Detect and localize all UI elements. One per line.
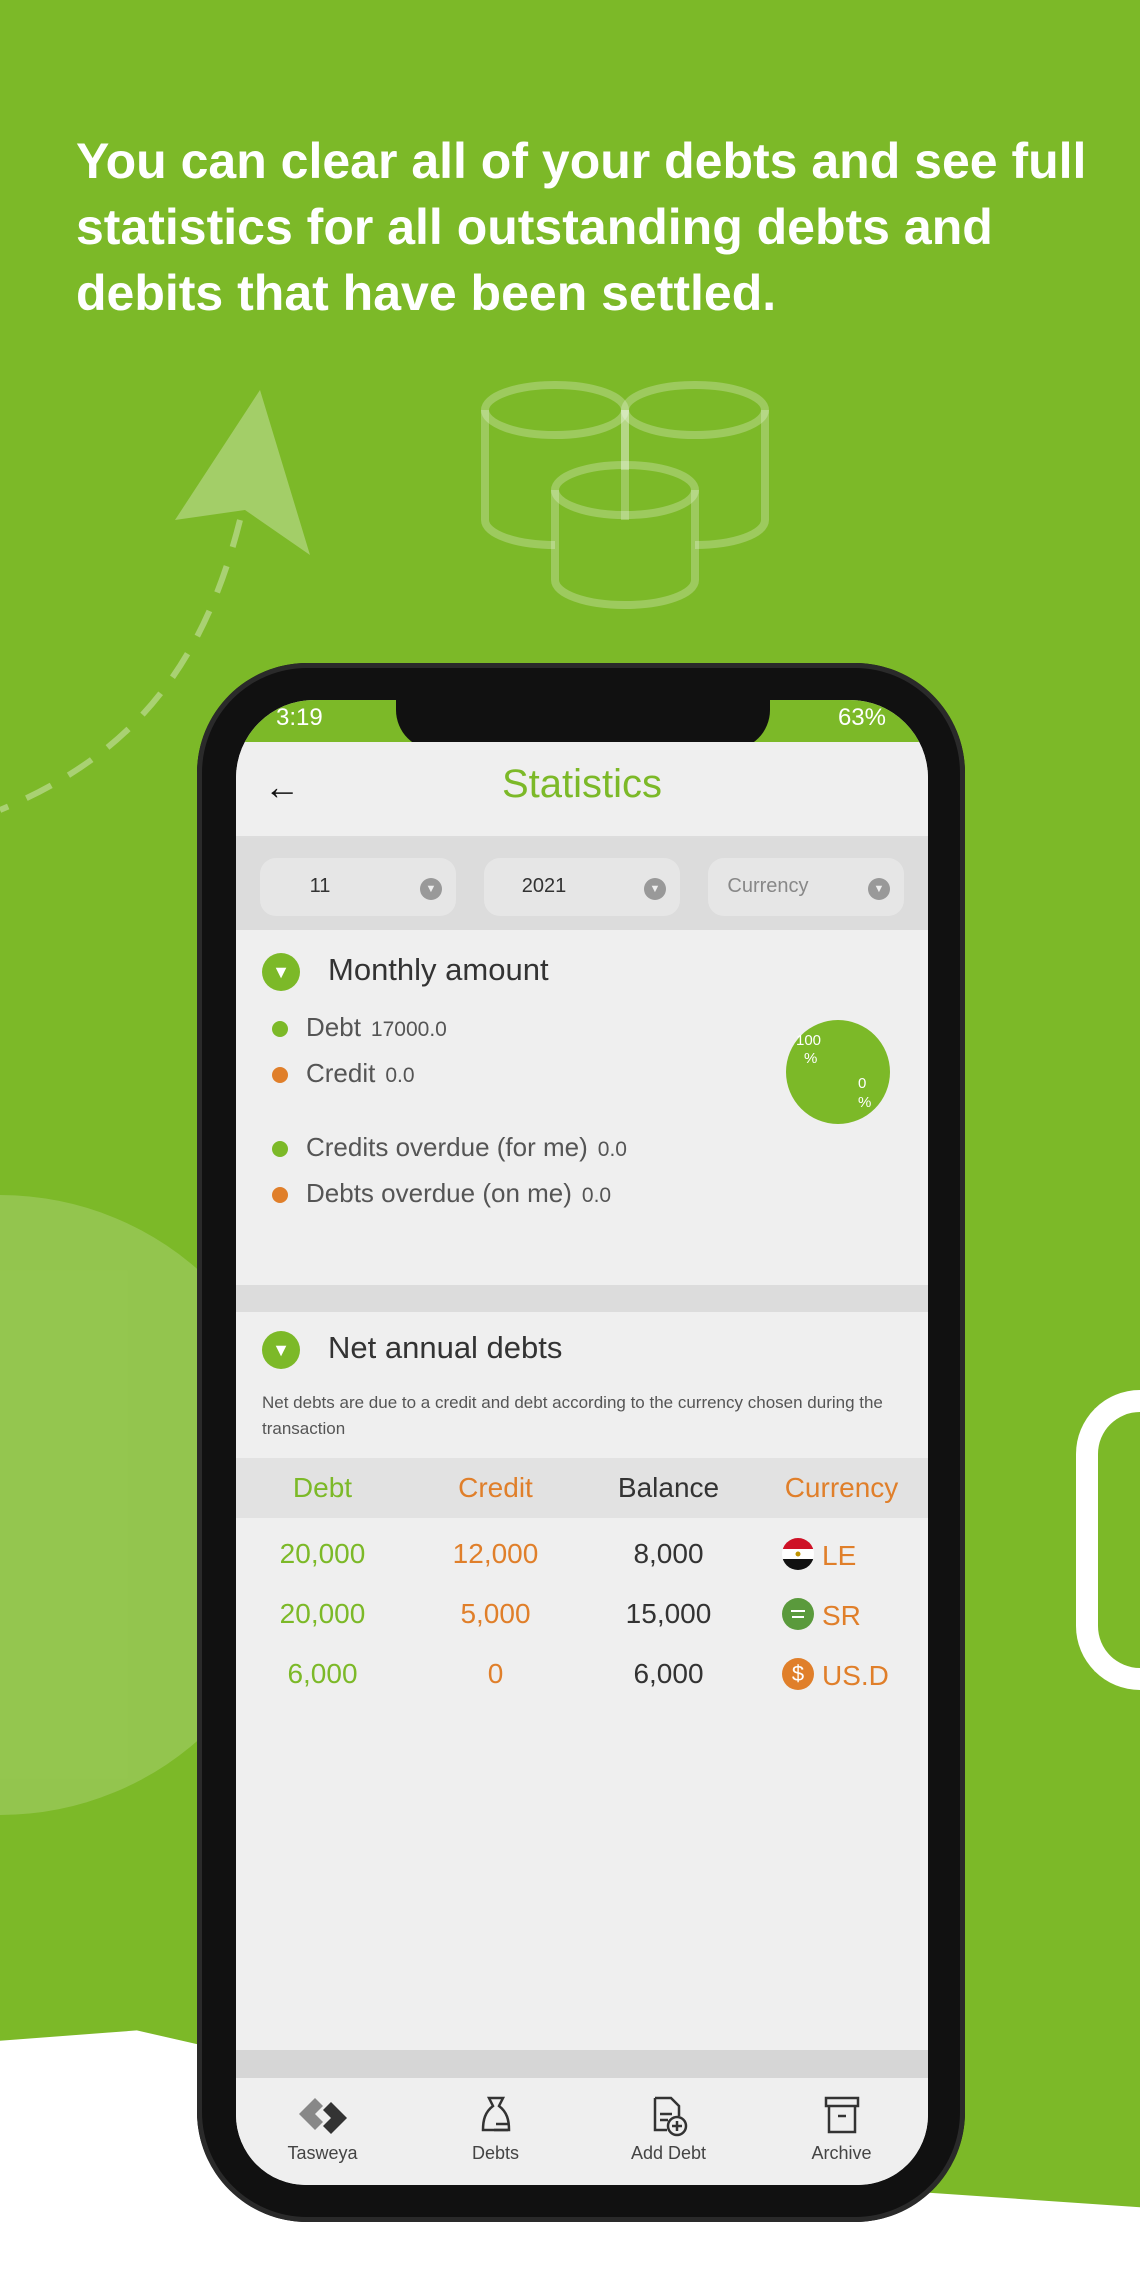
app-header: ← Statistics (236, 742, 928, 838)
net-annual-header[interactable]: ▼ Net annual debts (262, 1330, 562, 1369)
cell-balance: 15,000 (625, 1598, 712, 1629)
pie-label-credit: 0 (858, 1075, 867, 1092)
cell-debt: 20,000 (279, 1538, 366, 1569)
pie-label-debt: 100 (796, 1032, 822, 1049)
svg-text:$: $ (792, 1661, 804, 1686)
legend-debts-overdue: Debts overdue (on me) 0.0 (272, 1178, 611, 1209)
saudi-flag-icon (782, 1598, 814, 1637)
table-row: 20,000 12,000 8,000 LE (236, 1538, 928, 1588)
add-document-icon (653, 2096, 687, 2137)
archive-box-icon (824, 2096, 859, 2134)
egypt-flag-icon (782, 1538, 814, 1577)
cell-debt: 6,000 (287, 1658, 358, 1689)
legend-credits-overdue: Credits overdue (for me) 0.0 (272, 1132, 627, 1163)
cell-currency: LE (782, 1538, 856, 1577)
monthly-amount-card: ▼ Monthly amount Debt 17000.0 Credit 0.0 Cr… (236, 930, 928, 1285)
cell-currency: SR (782, 1598, 861, 1637)
table-header: Debt Credit Balance Currency (236, 1458, 928, 1518)
currency-dropdown[interactable]: Currency ▼ (708, 858, 904, 916)
bottom-nav: Tasweya Debts Add Debt Archive (236, 2078, 928, 2185)
status-battery: 63% (837, 704, 886, 731)
dollar-icon: $ (782, 1658, 814, 1697)
divider (236, 1285, 928, 1312)
nav-add-debt[interactable]: Add Debt (582, 2094, 755, 2164)
nav-debts[interactable]: Debts (409, 2094, 582, 2164)
cell-credit: 12,000 (452, 1538, 539, 1569)
collapse-icon: ▼ (262, 1330, 300, 1369)
app-screen: 3:19 63% ← Statistics 11 ▼ 2021 ▼ Currency… (236, 700, 928, 2185)
table-row: 20,000 5,000 15,000 SR (236, 1598, 928, 1648)
year-dropdown[interactable]: 2021 ▼ (484, 858, 680, 916)
nav-tasweya[interactable]: Tasweya (236, 2094, 409, 2164)
net-annual-debts-card: ▼ Net annual debts Net debts are due to a… (236, 1312, 928, 2050)
decorative-arc (1076, 1390, 1140, 1690)
legend-debt: Debt 17000.0 (272, 1012, 447, 1043)
cell-credit: 5,000 (460, 1598, 531, 1629)
cell-credit: 0 (487, 1658, 504, 1689)
cell-debt: 20,000 (279, 1598, 366, 1629)
status-time: 3:19 (276, 704, 323, 731)
month-dropdown[interactable]: 11 ▼ (260, 858, 456, 916)
legend-credit: Credit 0.0 (272, 1058, 415, 1089)
coins-stack-icon (481, 381, 769, 610)
collapse-icon: ▼ (262, 952, 300, 991)
money-bag-icon (481, 2096, 510, 2132)
chevron-down-icon: ▼ (644, 878, 666, 900)
tasweya-logo-icon (298, 2098, 347, 2134)
cell-balance: 8,000 (633, 1538, 704, 1569)
cell-currency: $ US.D (782, 1658, 889, 1697)
nav-archive[interactable]: Archive (755, 2094, 928, 2164)
chevron-down-icon: ▼ (420, 878, 442, 900)
table-row: 6,000 0 6,000 $ US.D (236, 1658, 928, 1708)
pie-chart: 100 % 0 % (786, 1020, 890, 1124)
net-annual-description: Net debts are due to a credit and debt a… (262, 1393, 883, 1438)
cell-balance: 6,000 (633, 1658, 704, 1689)
monthly-amount-header[interactable]: ▼ Monthly amount (262, 952, 549, 991)
divider (236, 2050, 928, 2078)
headline: You can clear all of your debts and see … (76, 133, 1087, 321)
chevron-down-icon: ▼ (868, 878, 890, 900)
filter-bar: 11 ▼ 2021 ▼ Currency ▼ (236, 838, 928, 930)
page-title: Statistics (501, 762, 663, 806)
